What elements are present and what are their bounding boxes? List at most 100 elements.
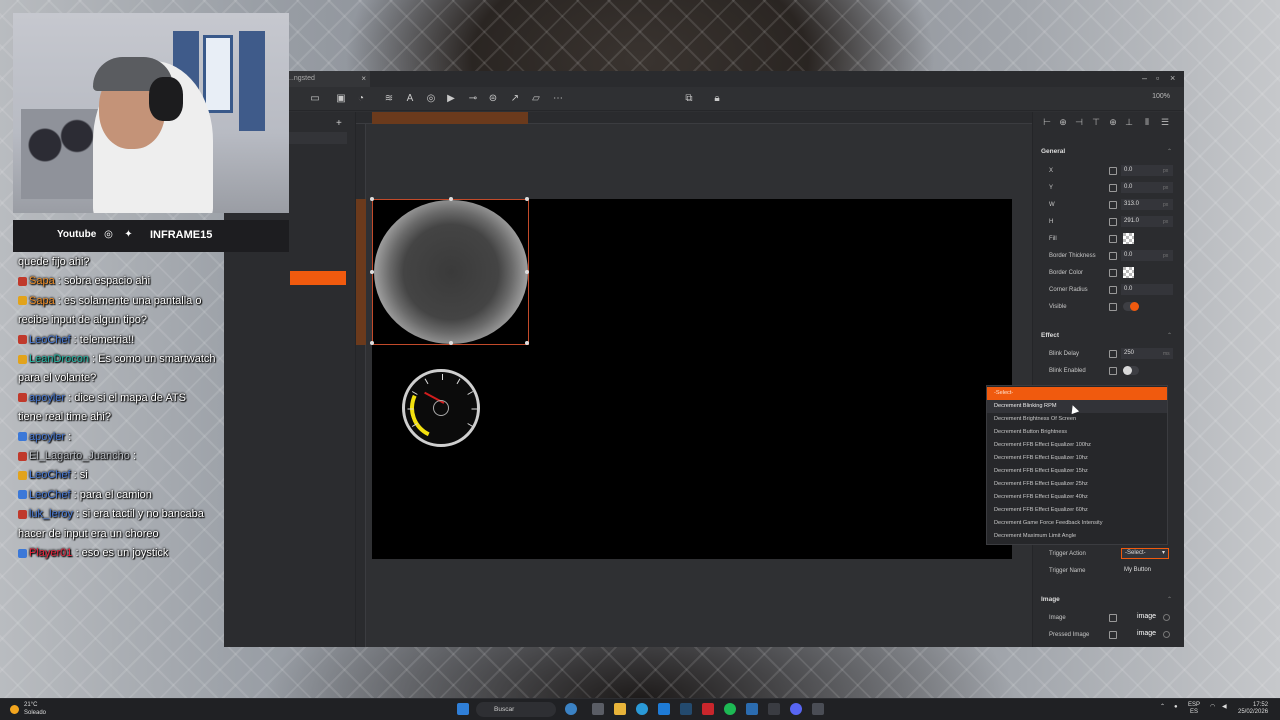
more-tool-icon[interactable]: ⋯ [551, 92, 565, 106]
chat-username[interactable]: apoyler [29, 392, 65, 404]
collapse-icon[interactable]: ⌃ [1167, 596, 1172, 603]
pressed-image-value[interactable]: image [1137, 630, 1156, 637]
visible-toggle[interactable] [1123, 302, 1139, 311]
bind-icon[interactable] [1109, 184, 1117, 192]
resize-handle[interactable] [449, 341, 453, 345]
dial-tool-icon[interactable]: ⊜ [486, 92, 500, 106]
discord-icon[interactable] [790, 703, 802, 715]
file-explorer-icon[interactable] [614, 703, 626, 715]
blink-enabled-toggle[interactable] [1123, 366, 1139, 375]
distribute-horizontal-icon[interactable]: ⫴ [1141, 116, 1153, 128]
dropdown-option[interactable]: Decrement FFB Effect Equalizer 40hz [987, 491, 1167, 504]
folder-tool-icon[interactable]: ▱ [529, 92, 543, 106]
collapse-icon[interactable]: ⌃ [1167, 148, 1172, 155]
chat-username[interactable]: LeoChef [29, 469, 71, 481]
selection-box[interactable] [370, 197, 529, 345]
dropdown-option[interactable]: Decrement Button Brightness [987, 426, 1167, 439]
corner-radius-field[interactable]: 0.0 [1121, 284, 1173, 295]
dropdown-option[interactable]: Decrement Game Force Feedback Intensity [987, 517, 1167, 530]
spotify-icon[interactable] [724, 703, 736, 715]
resize-handle[interactable] [449, 197, 453, 201]
gauge-tool-icon[interactable]: ◔ [354, 92, 368, 106]
resize-handle[interactable] [525, 270, 529, 274]
game-icon[interactable] [702, 703, 714, 715]
chat-username[interactable]: apoyler [29, 431, 65, 443]
chat-username[interactable]: Sapa [29, 295, 55, 307]
layer-row-selected[interactable] [290, 271, 346, 285]
close-icon[interactable]: × [1170, 73, 1175, 83]
steam-icon[interactable] [680, 703, 692, 715]
dropdown-option[interactable]: Decrement FFB Effect Equalizer 25hz [987, 478, 1167, 491]
language-indicator[interactable]: ESP ES [1188, 702, 1200, 716]
dropdown-option[interactable]: Decrement FFB Effect Equalizer 15hz [987, 465, 1167, 478]
dropdown-option[interactable]: Decrement Brightness Of Screen [987, 413, 1167, 426]
layer-tool-icon[interactable]: ≋ [382, 92, 396, 106]
volume-icon[interactable]: ◀ [1222, 704, 1227, 711]
clock[interactable]: 17:52 25/02/2026 [1238, 702, 1268, 716]
bind-icon[interactable] [1109, 286, 1117, 294]
slider-tool-icon[interactable]: ⊸ [466, 92, 480, 106]
resize-handle[interactable] [525, 197, 529, 201]
fill-color-swatch[interactable] [1123, 233, 1134, 244]
wifi-icon[interactable]: ◠ [1210, 704, 1215, 711]
chat-username[interactable]: LeoChef [29, 334, 71, 346]
bind-icon[interactable] [1109, 631, 1117, 639]
active-app-icon[interactable] [812, 703, 824, 715]
dropdown-option[interactable]: -Select- [987, 387, 1167, 400]
grid-tool-icon[interactable]: ⧉ [682, 92, 696, 106]
resize-handle[interactable] [370, 341, 374, 345]
bind-icon[interactable] [1109, 614, 1117, 622]
collapse-icon[interactable]: ⌃ [1167, 332, 1172, 339]
align-right-icon[interactable]: ⊣ [1073, 116, 1085, 128]
bind-icon[interactable] [1109, 218, 1117, 226]
dropdown-option[interactable]: Decrement FFB Effect Equalizer 10hz [987, 452, 1167, 465]
video-tool-icon[interactable]: ▶ [444, 92, 458, 106]
trigger-action-select[interactable]: -Select- ▾ [1121, 548, 1169, 559]
general-section-title[interactable]: General [1041, 148, 1065, 155]
chart-tool-icon[interactable]: ↗ [508, 92, 522, 106]
rpm-gauge-element[interactable] [401, 368, 481, 448]
resize-handle[interactable] [525, 341, 529, 345]
edge-icon[interactable] [636, 703, 648, 715]
chat-username[interactable]: LeoChef [29, 489, 71, 501]
task-view-icon[interactable] [592, 703, 604, 715]
trigger-name-field[interactable]: My Button [1121, 565, 1173, 576]
bind-icon[interactable] [1109, 252, 1117, 260]
maximize-icon[interactable]: ▫ [1156, 73, 1159, 83]
image-tool-icon[interactable]: ▣ [334, 92, 348, 106]
border-color-swatch[interactable] [1123, 267, 1134, 278]
bind-icon[interactable] [1109, 367, 1117, 375]
tab-close-icon[interactable]: × [361, 71, 366, 87]
add-layer-icon[interactable]: + [336, 118, 342, 129]
copilot-icon[interactable] [565, 703, 577, 715]
bind-icon[interactable] [1109, 235, 1117, 243]
document-tab[interactable]: ...ngsted × [286, 71, 370, 87]
chat-username[interactable]: Sapa [29, 275, 55, 287]
notepad-icon[interactable] [746, 703, 758, 715]
dropdown-option[interactable]: Decrement FFB Effect Equalizer 60hz [987, 504, 1167, 517]
bind-icon[interactable] [1109, 350, 1117, 358]
tray-app-icon[interactable]: ● [1174, 704, 1178, 711]
resize-handle[interactable] [370, 197, 374, 201]
chat-username[interactable]: El_Lagarto_Juancho [29, 450, 130, 462]
dropdown-option[interactable]: Decrement FFB Effect Equalizer 100hz [987, 439, 1167, 452]
app-icon[interactable] [768, 703, 780, 715]
chat-username[interactable]: luk_leroy [29, 508, 73, 520]
dropdown-option[interactable]: Decrement Maximum Limit Angle [987, 530, 1167, 543]
weather-widget[interactable]: 21°C Soleado [24, 701, 46, 717]
windows-start-icon[interactable] [457, 703, 469, 715]
tray-chevron-icon[interactable]: ⌃ [1160, 704, 1165, 711]
layer-row[interactable] [289, 132, 347, 144]
resize-handle[interactable] [370, 270, 374, 274]
bind-icon[interactable] [1109, 201, 1117, 209]
distribute-vertical-icon[interactable]: ☰ [1159, 116, 1171, 128]
minimize-icon[interactable]: – [1142, 73, 1147, 83]
align-top-icon[interactable]: ⊤ [1090, 116, 1102, 128]
clear-image-icon[interactable] [1163, 631, 1170, 638]
lock-icon[interactable]: 🔒︎ [710, 92, 724, 106]
bind-icon[interactable] [1109, 303, 1117, 311]
image-section-title[interactable]: Image [1041, 596, 1060, 603]
target-tool-icon[interactable]: ◎ [424, 92, 438, 106]
align-center-icon[interactable]: ⊕ [1057, 116, 1069, 128]
chat-username[interactable]: Player01 [29, 547, 72, 559]
